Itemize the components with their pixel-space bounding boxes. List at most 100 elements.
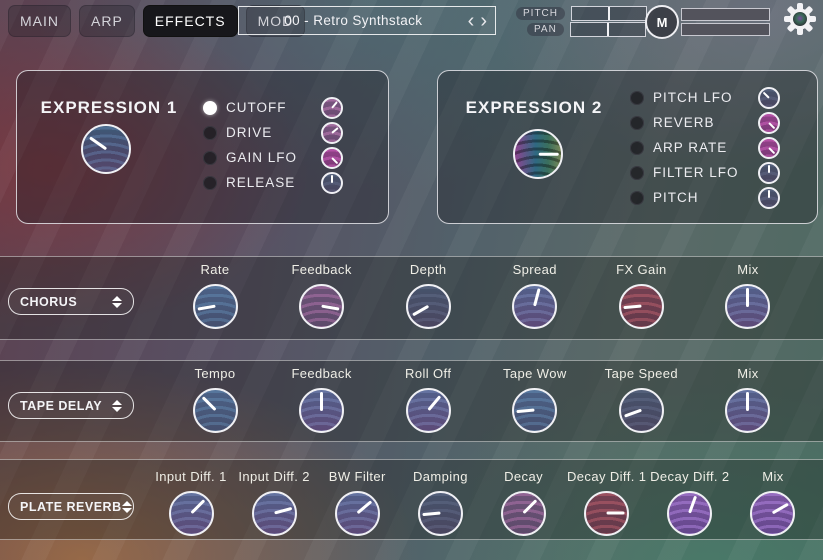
fx-knob-group-input-diff-1: Input Diff. 1 (151, 469, 231, 536)
gear-icon[interactable] (783, 2, 817, 36)
fx-knob-tape-speed[interactable] (619, 388, 664, 433)
target-knob-pitch-lfo[interactable] (758, 87, 780, 109)
target-label-drive: DRIVE (226, 125, 312, 140)
fx-knob-mix[interactable] (725, 284, 770, 329)
fx-slot-1-selector[interactable]: CHORUS (8, 288, 134, 315)
fx-knob-group-bw-filter: BW Filter (317, 469, 397, 536)
fx-slot-2-selector[interactable]: TAPE DELAY (8, 392, 134, 419)
target-label-reverb: REVERB (653, 115, 749, 130)
fx-knob-depth[interactable] (406, 284, 451, 329)
radio-release[interactable] (203, 176, 217, 190)
expression-target-row: PITCH (630, 185, 780, 210)
mute-button[interactable]: M (645, 5, 679, 39)
tab-main[interactable]: MAIN (8, 5, 71, 37)
pan-slider-handle[interactable] (607, 23, 609, 36)
fx-knob-decay[interactable] (501, 491, 546, 536)
radio-pitch-lfo[interactable] (630, 91, 644, 105)
expression-target-row: GAIN LFO (203, 145, 343, 170)
fx-knob-group-mix: Mix (703, 262, 793, 329)
fx-knob-rate[interactable] (193, 284, 238, 329)
knob-pointer (356, 501, 372, 515)
expression-target-row: PITCH LFO (630, 85, 780, 110)
knob-label-feedback: Feedback (291, 366, 351, 382)
fx-knob-group-damping: Damping (400, 469, 480, 536)
knob-label-fx-gain: FX Gain (616, 262, 666, 278)
knob-label-spread: Spread (513, 262, 557, 278)
fx-knob-feedback[interactable] (299, 284, 344, 329)
fx-knob-mix[interactable] (750, 491, 795, 536)
radio-drive[interactable] (203, 126, 217, 140)
preset-prev-icon[interactable]: ‹ (468, 9, 475, 33)
fx-knob-group-decay: Decay (484, 469, 564, 536)
radio-reverb[interactable] (630, 116, 644, 130)
fx-knob-bw-filter[interactable] (335, 491, 380, 536)
knob-pointer (772, 503, 789, 515)
radio-arp-rate[interactable] (630, 141, 644, 155)
knob-label-tempo: Tempo (194, 366, 235, 382)
fx-knob-tempo[interactable] (193, 388, 238, 433)
fx-slot-1-band: CHORUS RateFeedbackDepthSpreadFX GainMix (0, 256, 823, 340)
radio-filter-lfo[interactable] (630, 166, 644, 180)
fx-knob-group-rate: Rate (170, 262, 260, 329)
fx-knob-roll-off[interactable] (406, 388, 451, 433)
preset-next-icon[interactable]: › (480, 9, 487, 33)
fx-knob-decay-diff-1[interactable] (584, 491, 629, 536)
target-knob-filter-lfo[interactable] (758, 162, 780, 184)
pitch-row: PITCH (516, 6, 647, 21)
target-knob-release[interactable] (321, 172, 343, 194)
fx-knob-group-fx-gain: FX Gain (596, 262, 686, 329)
knob-pointer (331, 157, 338, 164)
radio-cutoff[interactable] (203, 101, 217, 115)
knob-pointer (274, 507, 292, 515)
fx-knob-damping[interactable] (418, 491, 463, 536)
fx-knob-feedback[interactable] (299, 388, 344, 433)
tab-effects[interactable]: EFFECTS (143, 5, 238, 37)
target-knob-arp-rate[interactable] (758, 137, 780, 159)
fx-slot-3-selector[interactable]: PLATE REVERB (8, 493, 134, 520)
target-knob-gain-lfo[interactable] (321, 147, 343, 169)
fx-knob-group-input-diff-2: Input Diff. 2 (234, 469, 314, 536)
knob-pointer (607, 512, 625, 515)
expression-target-row: FILTER LFO (630, 160, 780, 185)
pitch-slider-handle[interactable] (608, 7, 610, 20)
preset-selector[interactable]: 00 - Retro Synthstack ‹ › (238, 6, 496, 35)
fx-knob-group-tape-speed: Tape Speed (596, 366, 686, 433)
fx-knob-input-diff-2[interactable] (252, 491, 297, 536)
pitch-slider[interactable] (571, 6, 647, 21)
fx-knob-group-tempo: Tempo (170, 366, 260, 433)
preset-name: 00 - Retro Synthstack (239, 13, 468, 28)
pan-slider[interactable] (570, 22, 646, 37)
knob-pointer (768, 190, 770, 198)
fx-knob-group-depth: Depth (383, 262, 473, 329)
fx-knob-group-mix: Mix (703, 366, 793, 433)
fx-knob-input-diff-1[interactable] (169, 491, 214, 536)
fx-knob-mix[interactable] (725, 388, 770, 433)
fx-slot-2-knobs: TempoFeedbackRoll OffTape WowTape SpeedM… (170, 366, 793, 433)
expression-1-knob[interactable] (81, 124, 131, 174)
target-knob-pitch[interactable] (758, 187, 780, 209)
pan-label: PAN (527, 23, 564, 36)
fx-knob-fx-gain[interactable] (619, 284, 664, 329)
fx-knob-decay-diff-2[interactable] (667, 491, 712, 536)
target-knob-drive[interactable] (321, 122, 343, 144)
up-down-triangles-icon (112, 400, 122, 412)
knob-label-roll-off: Roll Off (405, 366, 451, 382)
expression-target-row: ARP RATE (630, 135, 780, 160)
tab-arp[interactable]: ARP (79, 5, 135, 37)
target-knob-reverb[interactable] (758, 112, 780, 134)
radio-pitch[interactable] (630, 191, 644, 205)
knob-pointer (321, 305, 339, 311)
knob-pointer (320, 392, 323, 410)
expression-1-title: EXPRESSION 1 (24, 98, 194, 118)
knob-label-damping: Damping (413, 469, 468, 485)
knob-pointer (89, 136, 107, 150)
target-knob-cutoff[interactable] (321, 97, 343, 119)
expression-2-knob[interactable] (513, 129, 563, 179)
fx-knob-spread[interactable] (512, 284, 557, 329)
target-label-filter-lfo: FILTER LFO (653, 165, 749, 180)
fx-slot-2-selector-label: TAPE DELAY (20, 399, 112, 413)
up-down-triangles-icon (122, 501, 132, 513)
expression-2-targets: PITCH LFO REVERB ARP RATE FILTER LFO PITCH (630, 85, 780, 210)
fx-knob-tape-wow[interactable] (512, 388, 557, 433)
radio-gain-lfo[interactable] (203, 151, 217, 165)
